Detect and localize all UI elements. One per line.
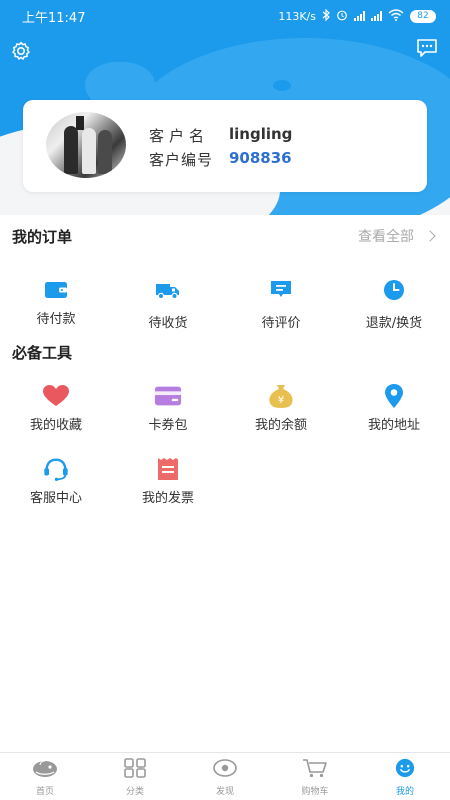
- order-label: 退款/换货: [365, 316, 423, 331]
- customer-name-label: 客户名: [149, 127, 210, 145]
- chevron-right-icon: [424, 230, 436, 242]
- tool-label: 我的地址: [367, 418, 420, 433]
- customer-id-label: 客户编号: [149, 151, 214, 169]
- tool-balance[interactable]: ¥ 我的余额: [225, 384, 337, 444]
- order-label: 待付款: [36, 312, 76, 327]
- header-toolbar: [0, 38, 450, 62]
- order-label: 待收货: [148, 316, 188, 331]
- nav-cart[interactable]: 购物车: [270, 753, 360, 800]
- tool-label: 我的发票: [141, 491, 194, 506]
- alarm-icon: [336, 9, 348, 24]
- tools-section-title: 必备工具: [12, 344, 73, 362]
- truck-icon: [154, 278, 182, 302]
- invoice-icon: [154, 457, 182, 481]
- nav-label: 分类: [125, 786, 144, 797]
- orders-section-title: 我的订单: [12, 228, 73, 246]
- status-indicators: 113K/s 82: [278, 8, 436, 24]
- customer-id-value: 908836: [229, 149, 292, 167]
- nav-label: 发现: [215, 786, 234, 797]
- comment-icon: [267, 278, 295, 302]
- tool-label: 客服中心: [29, 491, 82, 506]
- nav-discover[interactable]: 发现: [180, 753, 270, 800]
- home-fish-icon: [31, 758, 59, 782]
- money-bag-icon: ¥: [267, 384, 295, 408]
- cell-signal-2-icon: [371, 11, 382, 21]
- network-speed: 113K/s: [278, 9, 316, 23]
- view-all-label: 查看全部: [358, 229, 414, 245]
- tool-coupons[interactable]: 卡券包: [112, 384, 224, 444]
- clock-icon: [380, 278, 408, 302]
- battery-indicator: 82: [410, 9, 436, 23]
- order-pending-receipt[interactable]: 待收货: [112, 278, 224, 338]
- status-bar: 上午11:47 113K/s 82: [0, 0, 450, 32]
- tool-label: 卡券包: [148, 418, 188, 433]
- order-refund-exchange[interactable]: 退款/换货: [338, 278, 450, 338]
- message-icon[interactable]: [416, 38, 438, 58]
- view-all-orders-link[interactable]: 查看全部: [358, 226, 436, 246]
- nav-mine[interactable]: 我的: [360, 753, 450, 800]
- bottom-navigation: 首页 分类 发现 购物车 我的: [0, 752, 450, 800]
- profile-card[interactable]: 客户名 lingling 客户编号 908836: [23, 100, 427, 192]
- tool-customer-service[interactable]: 客服中心: [0, 457, 112, 517]
- nav-categories[interactable]: 分类: [90, 753, 180, 800]
- nav-home[interactable]: 首页: [0, 753, 90, 800]
- whale-eye-decoration: [273, 80, 291, 91]
- svg-text:¥: ¥: [278, 395, 284, 406]
- order-label: 待评价: [261, 316, 301, 331]
- tool-label: 我的收藏: [29, 418, 82, 433]
- card-icon: [154, 384, 182, 408]
- tool-favorites[interactable]: 我的收藏: [0, 384, 112, 444]
- grid-icon: [124, 757, 146, 782]
- cell-signal-icon: [354, 11, 365, 21]
- customer-name-value: lingling: [229, 125, 293, 143]
- cart-icon: [302, 758, 328, 782]
- status-time: 上午11:47: [22, 10, 86, 26]
- nav-label: 首页: [35, 786, 54, 797]
- heart-icon: [42, 384, 70, 408]
- gear-icon[interactable]: [10, 40, 32, 62]
- location-pin-icon: [380, 384, 408, 408]
- order-pending-review[interactable]: 待评价: [225, 278, 337, 338]
- tool-label: 我的余额: [254, 418, 307, 433]
- smiley-icon: [394, 758, 416, 782]
- wifi-icon: [388, 8, 404, 24]
- eye-icon: [213, 758, 237, 782]
- wallet-icon: [42, 278, 70, 302]
- bluetooth-icon: [322, 8, 330, 24]
- avatar[interactable]: [46, 112, 126, 178]
- nav-label: 购物车: [301, 786, 329, 797]
- headset-icon: [42, 457, 70, 481]
- order-pending-payment[interactable]: 待付款: [0, 278, 112, 338]
- tool-invoice[interactable]: 我的发票: [112, 457, 224, 517]
- tool-address[interactable]: 我的地址: [338, 384, 450, 444]
- nav-label: 我的: [395, 786, 414, 797]
